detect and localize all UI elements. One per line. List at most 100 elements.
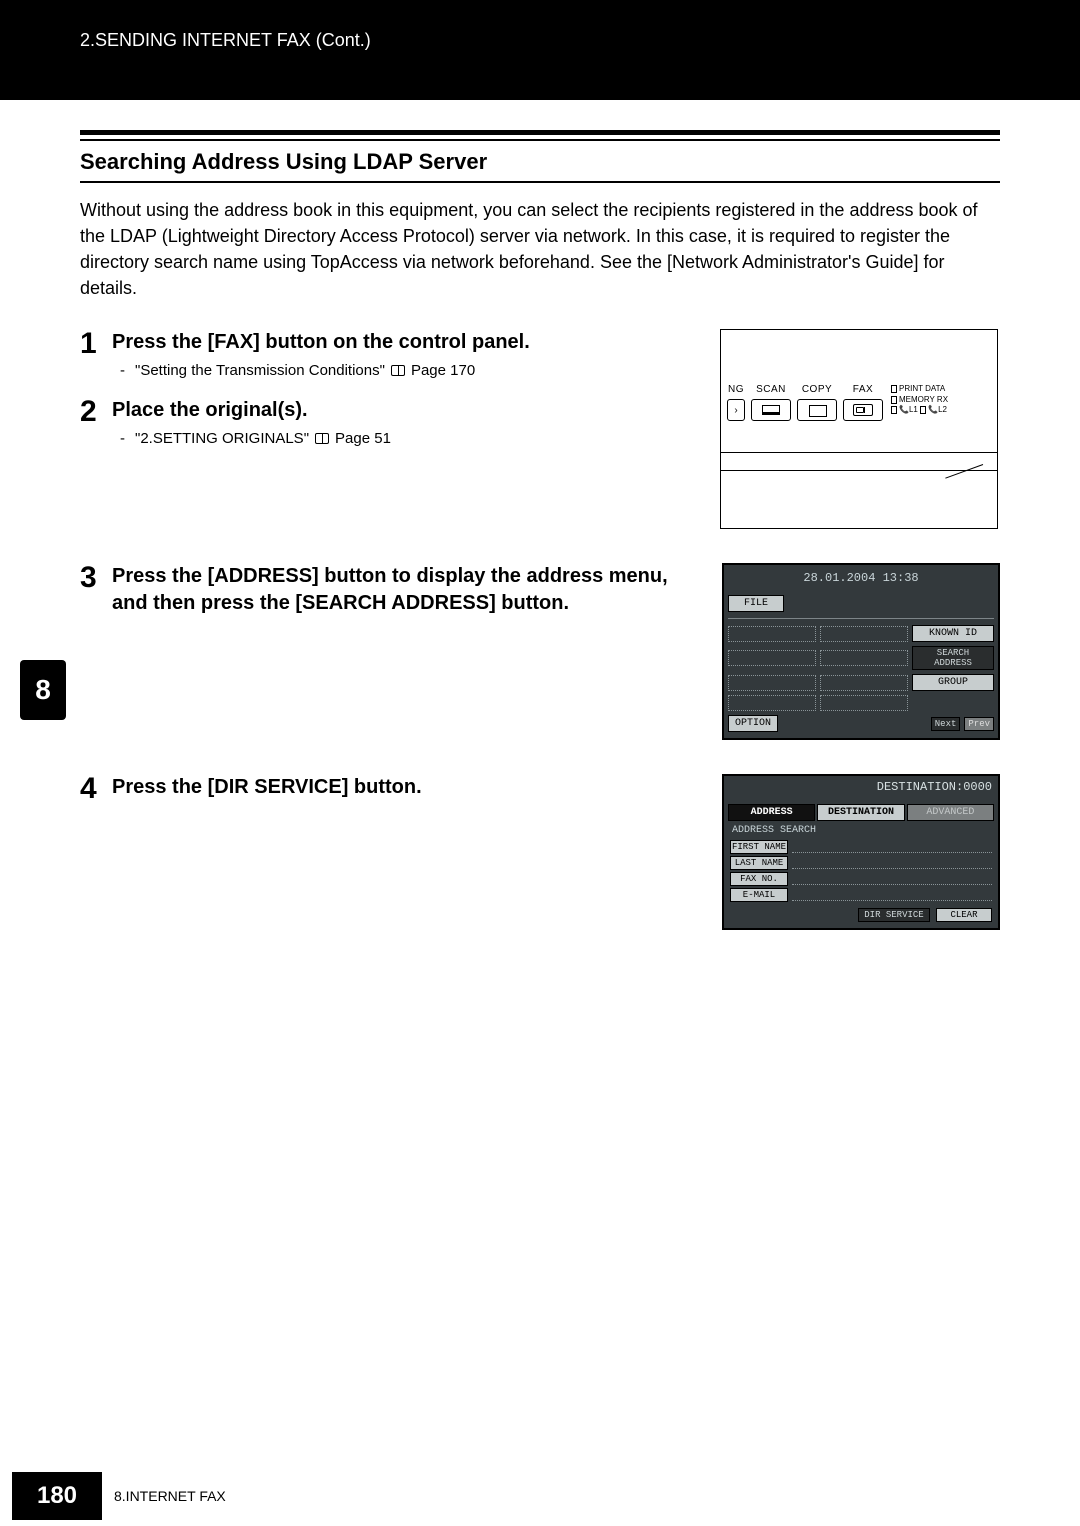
step-4-row: 4 Press the [DIR SERVICE] button. DESTIN… bbox=[80, 774, 1000, 930]
dir-service-button[interactable]: DIR SERVICE bbox=[858, 908, 930, 922]
panel-leds: PRINT DATA MEMORY RX 📞L1 📞L2 bbox=[891, 384, 948, 415]
mode-scan-button[interactable] bbox=[751, 399, 791, 421]
step-2: 2 Place the original(s). - "2.SETTING OR… bbox=[80, 397, 700, 455]
destination-count: DESTINATION:0000 bbox=[728, 778, 994, 804]
step-2-number: 2 bbox=[80, 397, 102, 455]
mode-scan-col: SCAN bbox=[751, 384, 791, 421]
book-icon bbox=[315, 433, 329, 444]
book-icon bbox=[391, 365, 405, 376]
address-cell[interactable] bbox=[820, 675, 908, 691]
led-print-data: PRINT DATA bbox=[899, 384, 945, 393]
step-2-sub-label: "2.SETTING ORIGINALS" bbox=[135, 430, 309, 447]
email-field[interactable] bbox=[792, 889, 992, 901]
step-3-number: 3 bbox=[80, 563, 102, 623]
dash-icon: - bbox=[120, 430, 125, 447]
step-1: 1 Press the [FAX] button on the control … bbox=[80, 329, 700, 387]
section-title: Searching Address Using LDAP Server bbox=[80, 149, 1000, 175]
search-address-button[interactable]: SEARCH ADDRESS bbox=[912, 646, 994, 670]
step-1-number: 1 bbox=[80, 329, 102, 387]
header-band: 2.SENDING INTERNET FAX (Cont.) bbox=[0, 0, 1080, 100]
mode-scan-label: SCAN bbox=[751, 384, 791, 395]
next-button[interactable]: Next bbox=[931, 717, 961, 731]
step-1-sub-page: Page 170 bbox=[411, 362, 475, 379]
address-cell[interactable] bbox=[728, 650, 816, 666]
lcd-tab-row: ADDRESS DESTINATION ADVANCED bbox=[728, 804, 994, 821]
content-area: Searching Address Using LDAP Server With… bbox=[0, 100, 1080, 930]
footer: 180 8.INTERNET FAX bbox=[0, 1466, 1080, 1526]
first-name-field[interactable] bbox=[792, 841, 992, 853]
step-3-row: 3 Press the [ADDRESS] button to display … bbox=[80, 563, 1000, 740]
mode-copy-col: COPY bbox=[797, 384, 837, 421]
step-4-text: Press the [DIR SERVICE] button. bbox=[112, 774, 702, 801]
step-3-text: Press the [ADDRESS] button to display th… bbox=[112, 563, 702, 617]
panel-divider bbox=[721, 470, 997, 471]
lcd-address-menu: 28.01.2004 13:38 FILE KNOWN ID SEARCH AD… bbox=[722, 563, 1000, 740]
lcd-address-search: DESTINATION:0000 ADDRESS DESTINATION ADV… bbox=[722, 774, 1000, 930]
fax-no-button[interactable]: FAX NO. bbox=[730, 872, 788, 886]
address-cell[interactable] bbox=[820, 650, 908, 666]
lcd-datetime: 28.01.2004 13:38 bbox=[728, 569, 994, 595]
page-number: 180 bbox=[12, 1472, 102, 1520]
last-name-button[interactable]: LAST NAME bbox=[730, 856, 788, 870]
address-cell[interactable] bbox=[728, 626, 816, 642]
mode-ng-col: NG › bbox=[727, 384, 745, 421]
step-2-text: Place the original(s). bbox=[112, 397, 700, 424]
group-button[interactable]: GROUP bbox=[912, 674, 994, 691]
step-1-sub: - "Setting the Transmission Conditions" … bbox=[120, 362, 700, 379]
step-2-sub: - "2.SETTING ORIGINALS" Page 51 bbox=[120, 430, 700, 447]
tab-destination[interactable]: DESTINATION bbox=[817, 804, 904, 821]
tab-address[interactable]: ADDRESS bbox=[728, 804, 815, 821]
mode-copy-label: COPY bbox=[797, 384, 837, 395]
control-panel-figure: NG › SCAN COPY FAX bbox=[720, 329, 998, 529]
mode-copy-button[interactable] bbox=[797, 399, 837, 421]
mode-fax-button[interactable] bbox=[843, 399, 883, 421]
copy-icon bbox=[809, 405, 825, 415]
address-cell[interactable] bbox=[728, 695, 816, 711]
first-name-button[interactable]: FIRST NAME bbox=[730, 840, 788, 854]
dash-icon: - bbox=[120, 362, 125, 379]
lcd-divider bbox=[728, 618, 994, 619]
address-search-title: ADDRESS SEARCH bbox=[728, 823, 994, 838]
chapter-side-tab: 8 bbox=[20, 660, 66, 720]
mode-ng-button[interactable]: › bbox=[727, 399, 745, 421]
last-name-field[interactable] bbox=[792, 857, 992, 869]
email-button[interactable]: E-MAIL bbox=[730, 888, 788, 902]
fax-icon bbox=[853, 404, 873, 416]
address-cell[interactable] bbox=[728, 675, 816, 691]
panel-divider bbox=[721, 452, 997, 453]
rule-thick bbox=[80, 130, 1000, 135]
panel-figure-col: NG › SCAN COPY FAX bbox=[720, 329, 1000, 529]
tab-advanced[interactable]: ADVANCED bbox=[907, 804, 994, 821]
step-1-text: Press the [FAX] button on the control pa… bbox=[112, 329, 700, 356]
led-icon bbox=[891, 406, 897, 414]
step-3: 3 Press the [ADDRESS] button to display … bbox=[80, 563, 702, 623]
led-icon bbox=[920, 406, 926, 414]
prev-button[interactable]: Prev bbox=[964, 717, 994, 731]
led-icon bbox=[891, 396, 897, 404]
section-intro: Without using the address book in this e… bbox=[80, 197, 1000, 301]
steps-1-2-text: 1 Press the [FAX] button on the control … bbox=[80, 329, 700, 529]
led-memory-rx: MEMORY RX bbox=[899, 395, 948, 404]
known-id-button[interactable]: KNOWN ID bbox=[912, 625, 994, 642]
panel-corner-line bbox=[945, 464, 983, 479]
panel-mode-row: NG › SCAN COPY FAX bbox=[727, 384, 991, 421]
mode-fax-col: FAX bbox=[843, 384, 883, 421]
breadcrumb: 2.SENDING INTERNET FAX (Cont.) bbox=[80, 30, 1080, 51]
address-cell[interactable] bbox=[820, 626, 908, 642]
step-1-sub-label: "Setting the Transmission Conditions" bbox=[135, 362, 385, 379]
clear-button[interactable]: CLEAR bbox=[936, 908, 992, 922]
step-2-sub-page: Page 51 bbox=[335, 430, 391, 447]
led-l2: L2 bbox=[938, 405, 947, 414]
file-button[interactable]: FILE bbox=[728, 595, 784, 612]
steps-1-2-row: 1 Press the [FAX] button on the control … bbox=[80, 329, 1000, 529]
address-cell[interactable] bbox=[820, 695, 908, 711]
step-4: 4 Press the [DIR SERVICE] button. bbox=[80, 774, 702, 807]
fax-no-field[interactable] bbox=[792, 873, 992, 885]
rule-thin bbox=[80, 139, 1000, 141]
step-4-number: 4 bbox=[80, 774, 102, 807]
mode-ng-label: NG bbox=[727, 384, 745, 395]
led-l1: L1 bbox=[909, 405, 918, 414]
mode-fax-label: FAX bbox=[843, 384, 883, 395]
section-title-row: Searching Address Using LDAP Server bbox=[80, 149, 1000, 183]
option-button[interactable]: OPTION bbox=[728, 715, 778, 732]
